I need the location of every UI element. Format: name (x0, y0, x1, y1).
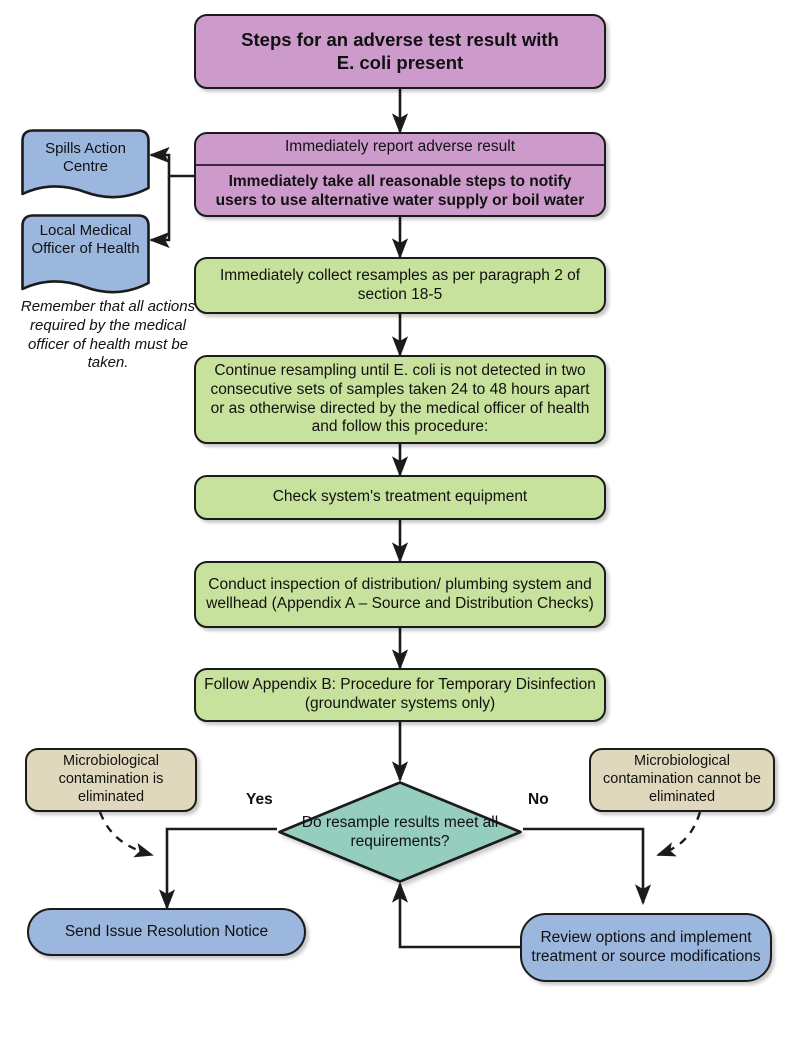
node-send-issue-resolution-notice: Send Issue Resolution Notice (27, 908, 306, 956)
node-review-options: Review options and implement treatment o… (520, 913, 772, 982)
node-continue-resampling: Continue resampling until E. coli is not… (194, 355, 606, 444)
dashed-arrow-left (98, 811, 154, 858)
node-conduct-inspection: Conduct inspection of distribution/ plum… (194, 561, 606, 628)
node-collect-resamples: Immediately collect resamples as per par… (194, 257, 606, 314)
node-contamination-not-eliminated: Microbiological contamination cannot be … (589, 748, 775, 812)
node-check-treatment-equipment: Check system's treatment equipment (194, 475, 606, 520)
conduct-inspection-label: Conduct inspection of distribution/ plum… (206, 575, 594, 612)
review-options-label: Review options and implement treatment o… (531, 928, 761, 965)
report-line2: Immediately take all reasonable steps to… (215, 173, 585, 209)
node-spills-action-centre: Spills Action Centre (20, 128, 151, 203)
node-title-box: Steps for an adverse test result with E.… (194, 14, 606, 89)
spills-action-centre-label: Spills Action Centre (45, 140, 126, 175)
node-follow-appendix-b: Follow Appendix B: Procedure for Tempora… (194, 668, 606, 722)
note-medical-officer-actions: Remember that all actions required by th… (20, 298, 196, 372)
node-decision-resample-results: Do resample results meet all requirement… (277, 780, 523, 884)
collect-resamples-label: Immediately collect resamples as per par… (219, 266, 581, 303)
continue-resampling-label: Continue resampling until E. coli is not… (210, 361, 590, 436)
contamination-not-eliminated-label: Microbiological contamination cannot be … (603, 753, 761, 805)
edge-label-no: No (528, 791, 549, 808)
edge-label-yes: Yes (246, 791, 273, 808)
dashed-arrow-right (656, 811, 702, 857)
node-title-label: Steps for an adverse test result with E.… (241, 28, 559, 73)
follow-appendix-b-label: Follow Appendix B: Procedure for Tempora… (204, 676, 596, 712)
local-medical-officer-label: Local Medical Officer of Health (31, 222, 140, 257)
node-contamination-eliminated: Microbiological contamination is elimina… (25, 748, 197, 812)
flowchart-canvas: Steps for an adverse test result with E.… (0, 0, 800, 1058)
send-notice-label: Send Issue Resolution Notice (64, 922, 269, 940)
decision-label: Do resample results meet all requirement… (301, 813, 499, 850)
node-report-adverse-result: Immediately report adverse result Immedi… (194, 132, 606, 217)
node-local-medical-officer: Local Medical Officer of Health (20, 213, 151, 298)
report-line1: Immediately report adverse result (196, 130, 604, 167)
contamination-eliminated-label: Microbiological contamination is elimina… (58, 753, 164, 805)
check-treatment-label: Check system's treatment equipment (272, 488, 528, 506)
